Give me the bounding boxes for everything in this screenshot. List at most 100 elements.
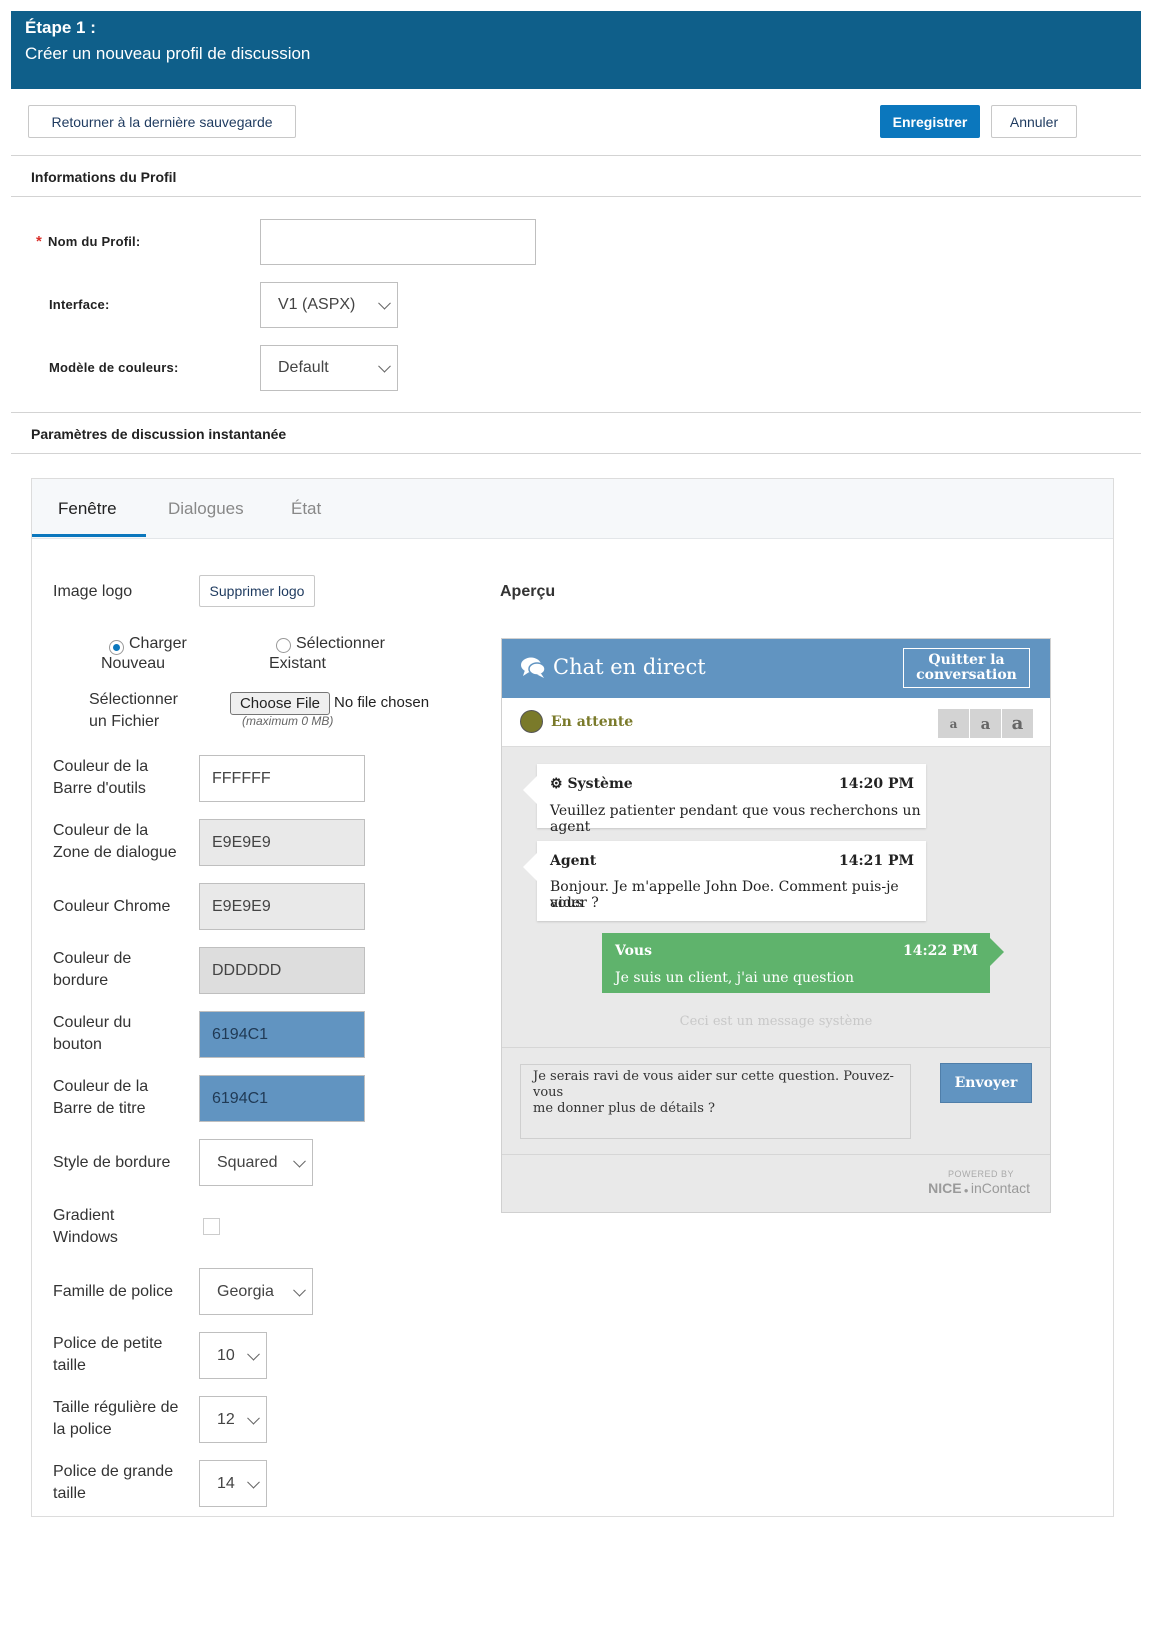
chat-message-agent: Agent 14:21 PM Bonjour. Je m'appelle Joh… (523, 841, 926, 921)
system-note: Ceci est un message système (679, 1014, 873, 1029)
chat-message-system: ⚙ Système 14:20 PM Veuillez patienter pe… (523, 764, 926, 835)
radio-select-existing[interactable] (276, 638, 291, 653)
message-text-line-2: aider ? (550, 895, 599, 911)
chevron-down-icon (378, 296, 391, 310)
large-font-select[interactable]: 14 (199, 1460, 267, 1507)
color-model-label: Modèle de couleurs: (49, 360, 179, 375)
tab-state[interactable]: État (291, 499, 321, 519)
file-label-2: un Fichier (89, 713, 160, 730)
border-color-label-2: bordure (53, 972, 109, 989)
font-large-button[interactable]: a (1002, 709, 1033, 738)
profile-name-input[interactable] (260, 219, 536, 265)
chat-message-user: Vous 14:22 PM Je suis un client, j'ai un… (602, 933, 1004, 993)
chat-status-bar: En attente a a a (502, 698, 1050, 747)
divider (11, 196, 1141, 197)
chat-bubble-icon (521, 657, 546, 678)
divider (502, 1154, 1050, 1155)
divider (11, 412, 1141, 413)
chevron-down-icon (247, 1347, 260, 1361)
gradient-label-1: Gradient (53, 1207, 115, 1224)
radio-select-label-1: Sélectionner (296, 635, 385, 652)
radio-select-label-2: Existant (269, 655, 326, 672)
message-sender: Système (567, 776, 633, 792)
chevron-down-icon (293, 1283, 306, 1297)
file-label-1: Sélectionner (89, 691, 178, 708)
choose-file-button[interactable]: Choose File (230, 692, 330, 715)
powered-by-label: POWERED BY (947, 1169, 1014, 1179)
gradient-label-2: Windows (53, 1229, 118, 1246)
profile-section-title: Informations du Profil (31, 169, 177, 185)
button-color-input[interactable]: 6194C1 (199, 1011, 365, 1058)
toolbar-color-label-1: Couleur de la (53, 758, 149, 775)
divider (11, 155, 1141, 156)
nice-incontact-logo: NICE ● inContact (928, 1180, 1030, 1196)
small-font-select[interactable]: 10 (199, 1332, 267, 1379)
interface-select[interactable]: V1 (ASPX) (260, 282, 398, 328)
interface-label: Interface: (49, 297, 110, 312)
font-family-select[interactable]: Georgia (199, 1268, 313, 1315)
cancel-button[interactable]: Annuler (991, 105, 1077, 138)
status-dot-icon (520, 710, 543, 733)
dialog-color-input[interactable]: E9E9E9 (199, 819, 365, 866)
gradient-checkbox[interactable] (203, 1218, 220, 1235)
divider (11, 453, 1141, 454)
font-small-button[interactable]: a (938, 709, 969, 738)
chrome-color-input[interactable]: E9E9E9 (199, 883, 365, 930)
active-tab-indicator (32, 534, 146, 537)
send-button[interactable]: Envoyer (940, 1063, 1032, 1103)
toolbar-color-label-2: Barre d'outils (53, 780, 146, 797)
page-header: Étape 1 : Créer un nouveau profil de dis… (11, 11, 1141, 89)
border-style-label: Style de bordure (53, 1154, 171, 1171)
max-size-label: (maximum 0 MB) (242, 714, 334, 728)
gear-icon: ⚙ (550, 776, 563, 792)
remove-logo-button[interactable]: Supprimer logo (199, 575, 315, 607)
bubble-tail (523, 853, 537, 881)
chat-input[interactable]: Je serais ravi de vous aider sur cette q… (520, 1064, 911, 1139)
message-time: 14:22 PM (902, 943, 978, 959)
tab-bar: Fenêtre Dialogues État (32, 479, 1113, 539)
tab-dialogs[interactable]: Dialogues (168, 499, 244, 519)
color-model-select[interactable]: Default (260, 345, 398, 391)
radio-upload-label-2: Nouveau (101, 655, 166, 672)
message-text-line-1: Bonjour. Je m'appelle John Doe. Comment … (550, 879, 899, 911)
required-icon: * (36, 233, 43, 250)
large-font-label-1: Police de grande (53, 1463, 174, 1480)
no-file-label: No file chosen (334, 694, 430, 711)
revert-button[interactable]: Retourner à la dernière sauvegarde (28, 105, 296, 138)
instant-section-title: Paramètres de discussion instantanée (31, 426, 287, 442)
border-style-select[interactable]: Squared (199, 1139, 313, 1186)
chevron-down-icon (293, 1154, 306, 1168)
page-subtitle: Créer un nouveau profil de discussion (25, 44, 311, 63)
step-label: Étape 1 : (25, 18, 96, 37)
font-family-label: Famille de police (53, 1283, 174, 1300)
quit-conversation-button[interactable]: Quitter la conversation (903, 648, 1030, 688)
titlebar-color-label-1: Couleur de la (53, 1078, 149, 1095)
font-medium-button[interactable]: a (970, 709, 1001, 738)
message-text: Veuillez patienter pendant que vous rech… (550, 803, 921, 835)
dialog-color-label-1: Couleur de la (53, 822, 149, 839)
save-button[interactable]: Enregistrer (880, 105, 980, 138)
dialog-color-label-2: Zone de dialogue (53, 844, 177, 861)
chat-title-bar: Chat en direct Quitter la conversation (502, 639, 1050, 698)
bubble-tail (523, 776, 537, 804)
regular-font-label-2: la police (53, 1421, 112, 1438)
border-color-label-1: Couleur de (53, 950, 132, 967)
tab-window[interactable]: Fenêtre (58, 499, 117, 519)
chevron-down-icon (247, 1411, 260, 1425)
radio-upload-label-1: Charger (129, 635, 187, 652)
button-color-label-2: bouton (53, 1036, 102, 1053)
regular-font-select[interactable]: 12 (199, 1396, 267, 1443)
message-time: 14:21 PM (838, 853, 914, 869)
border-color-input[interactable]: DDDDDD (199, 947, 365, 994)
small-font-label-2: taille (53, 1357, 86, 1374)
profile-name-label: * Nom du Profil: (36, 233, 141, 250)
message-time: 14:20 PM (838, 776, 914, 792)
chrome-color-label: Couleur Chrome (53, 898, 171, 915)
titlebar-color-input[interactable]: 6194C1 (199, 1075, 365, 1122)
status-text: En attente (551, 714, 634, 730)
chat-title: Chat en direct (553, 655, 706, 679)
button-color-label-1: Couleur du (53, 1014, 132, 1031)
toolbar-color-input[interactable]: FFFFFF (199, 755, 365, 802)
message-text: Je suis un client, j'ai une question (615, 970, 854, 986)
large-font-label-2: taille (53, 1485, 86, 1502)
